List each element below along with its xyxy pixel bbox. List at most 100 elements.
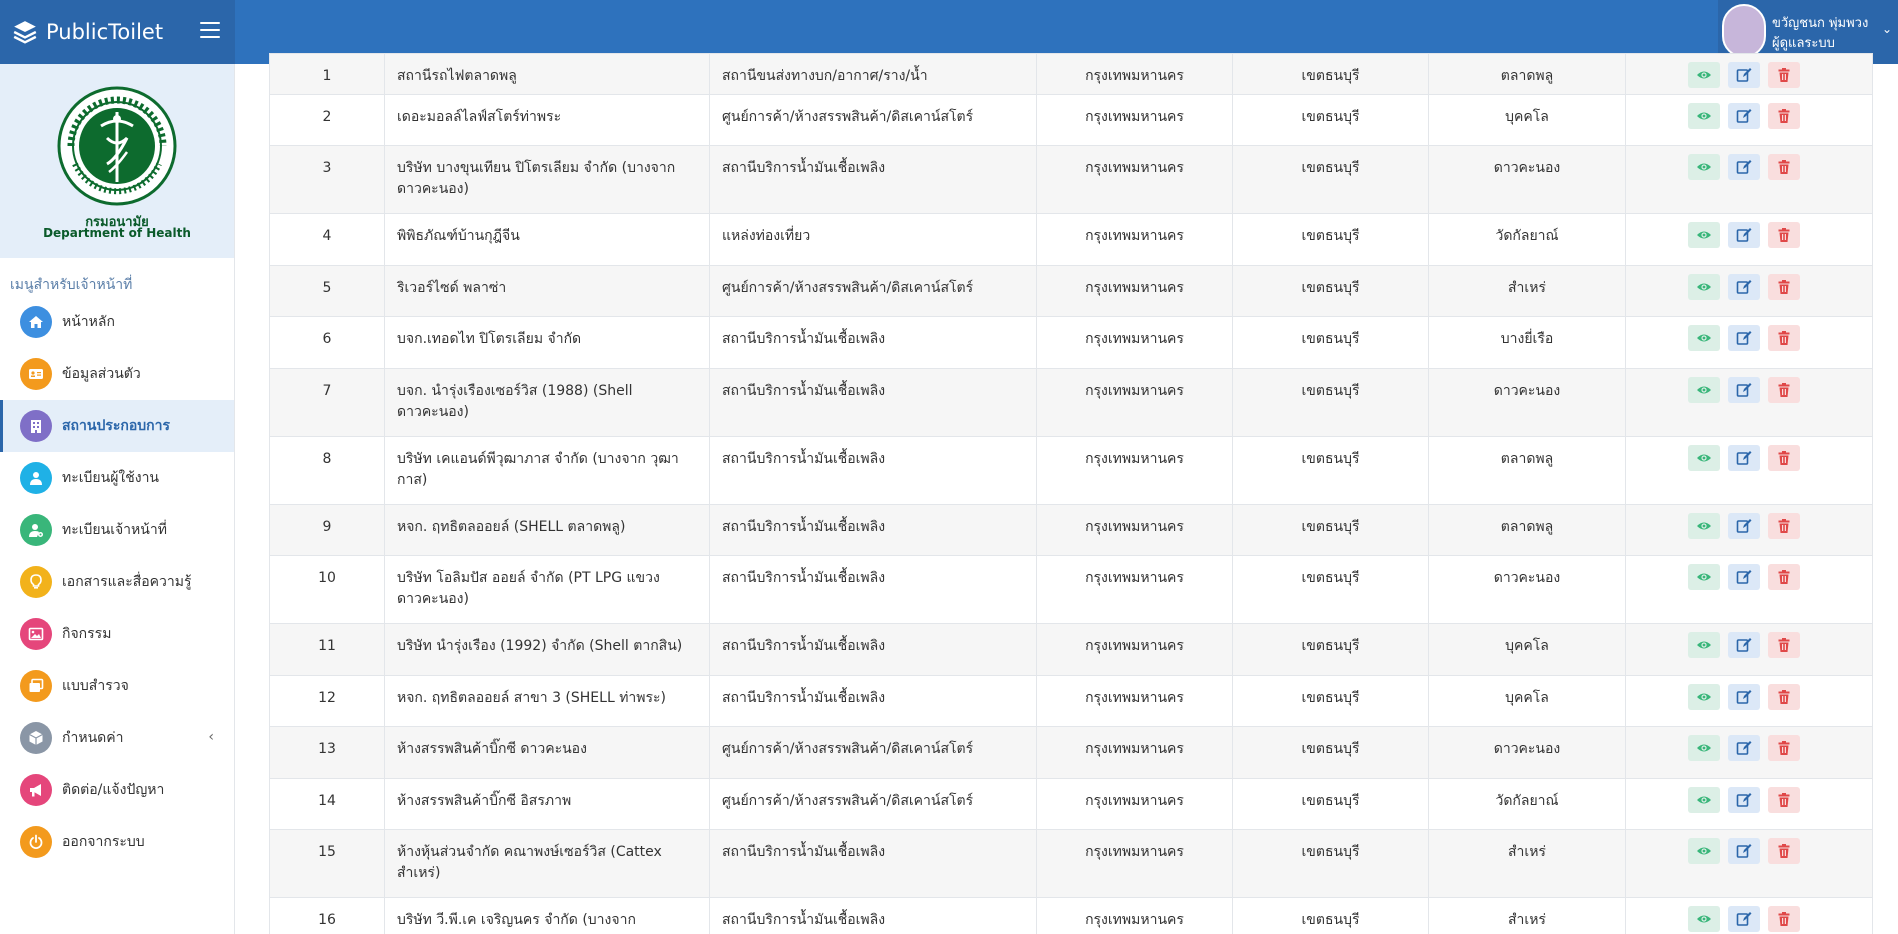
table-row: 2 เดอะมอลล์ไลฟ์สโตร์ท่าพระ ศูนย์การค้า/ห้า… [269, 94, 1873, 146]
subdistrict: บุคคโล [1428, 623, 1626, 676]
sidebar-item-survey[interactable]: แบบสำรวจ [0, 660, 234, 712]
hamburger-menu-icon[interactable] [200, 22, 220, 38]
subdistrict: ตลาดพลู [1428, 504, 1626, 556]
sidebar-item-establishments[interactable]: สถานประกอบการ [0, 400, 234, 452]
row-actions [1625, 504, 1873, 556]
user-icon [20, 462, 52, 494]
view-button[interactable] [1688, 325, 1720, 351]
delete-button[interactable] [1768, 222, 1800, 248]
edit-button[interactable] [1728, 222, 1760, 248]
edit-button[interactable] [1728, 632, 1760, 658]
table-row: 8 บริษัท เคแอนด์พีวุฒาภาส จำกัด (บางจาก ว… [269, 436, 1873, 505]
edit-button[interactable] [1728, 62, 1760, 88]
view-button[interactable] [1688, 222, 1720, 248]
sidebar-item-settings[interactable]: กำหนดค่า ‹ [0, 712, 234, 764]
edit-button[interactable] [1728, 564, 1760, 590]
establishment-type: สถานีบริการน้ำมันเชื้อเพลิง [709, 368, 1037, 437]
view-button[interactable] [1688, 735, 1720, 761]
table-row: 3 บริษัท บางขุนเทียน ปิโตรเลียม จำกัด (บา… [269, 145, 1873, 214]
table-row: 12 หจก. ฤทธิตลออยล์ สาขา 3 (SHELL ท่าพระ)… [269, 675, 1873, 727]
edit-button[interactable] [1728, 154, 1760, 180]
edit-button[interactable] [1728, 103, 1760, 129]
user-name: ขวัญชนก พุ่มพวง [1772, 16, 1869, 31]
sidebar-item-label: ทะเบียนเจ้าหน้าที่ [62, 522, 167, 538]
establishment-name: ริเวอร์ไซด์ พลาซ่า [384, 265, 710, 317]
province: กรุงเทพมหานคร [1036, 316, 1233, 369]
edit-button[interactable] [1728, 513, 1760, 539]
delete-button[interactable] [1768, 377, 1800, 403]
brand[interactable]: PublicToilet [0, 0, 235, 64]
delete-button[interactable] [1768, 838, 1800, 864]
sidebar-item-activities[interactable]: กิจกรรม [0, 608, 234, 660]
sidebar-item-user-registry[interactable]: ทะเบียนผู้ใช้งาน [0, 452, 234, 504]
establishment-type: สถานีบริการน้ำมันเชื้อเพลิง [709, 623, 1037, 676]
department-name-en: Department of Health [43, 226, 191, 240]
edit-button[interactable] [1728, 906, 1760, 932]
sidebar-item-contact[interactable]: ติดต่อ/แจ้งปัญหา [0, 764, 234, 816]
delete-button[interactable] [1768, 62, 1800, 88]
id-card-icon [20, 358, 52, 390]
delete-button[interactable] [1768, 684, 1800, 710]
chevron-down-icon[interactable]: ⌄ [1882, 22, 1892, 36]
avatar[interactable] [1722, 4, 1766, 58]
establishment-type: สถานีขนส่งทางบก/อากาศ/ราง/น้ำ [709, 53, 1037, 95]
table-row: 11 บริษัท นำรุ่งเรือง (1992) จำกัด (Shell… [269, 623, 1873, 676]
district: เขตธนบุรี [1232, 145, 1429, 214]
row-actions [1625, 316, 1873, 369]
delete-button[interactable] [1768, 274, 1800, 300]
subdistrict: ดาวคะนอง [1428, 145, 1626, 214]
table-row: 4 พิพิธภัณฑ์บ้านกุฎีจีน แหล่งท่องเที่ยว กรุ… [269, 213, 1873, 266]
district: เขตธนบุรี [1232, 778, 1429, 830]
sidebar-item-documents[interactable]: เอกสารและสื่อความรู้ [0, 556, 234, 608]
view-button[interactable] [1688, 103, 1720, 129]
view-button[interactable] [1688, 906, 1720, 932]
view-button[interactable] [1688, 838, 1720, 864]
edit-button[interactable] [1728, 735, 1760, 761]
establishment-name: บริษัท นำรุ่งเรือง (1992) จำกัด (Shell ต… [384, 623, 710, 676]
subdistrict: สำเหร่ [1428, 265, 1626, 317]
establishments-table-container: 1 สถานีรถไฟตลาดพลู สถานีขนส่งทางบก/อากาศ/ร… [269, 53, 1873, 934]
edit-button[interactable] [1728, 377, 1760, 403]
delete-button[interactable] [1768, 735, 1800, 761]
delete-button[interactable] [1768, 632, 1800, 658]
edit-button[interactable] [1728, 445, 1760, 471]
edit-button[interactable] [1728, 325, 1760, 351]
view-button[interactable] [1688, 684, 1720, 710]
view-button[interactable] [1688, 62, 1720, 88]
view-button[interactable] [1688, 632, 1720, 658]
home-icon [20, 306, 52, 338]
subdistrict: วัดกัลยาณ์ [1428, 778, 1626, 830]
subdistrict: ตลาดพลู [1428, 53, 1626, 95]
table-row: 10 บริษัท โอลิมปัส ออยล์ จำกัด (PT LPG แข… [269, 555, 1873, 624]
edit-button[interactable] [1728, 838, 1760, 864]
chevron-left-icon[interactable]: ‹ [208, 729, 214, 745]
edit-button[interactable] [1728, 684, 1760, 710]
table-row: 7 บจก. นำรุ่งเรืองเซอร์วิส (1988) (Shell … [269, 368, 1873, 437]
delete-button[interactable] [1768, 154, 1800, 180]
view-button[interactable] [1688, 564, 1720, 590]
view-button[interactable] [1688, 445, 1720, 471]
table-row: 1 สถานีรถไฟตลาดพลู สถานีขนส่งทางบก/อากาศ/ร… [269, 53, 1873, 95]
row-number: 6 [269, 316, 385, 369]
delete-button[interactable] [1768, 564, 1800, 590]
sidebar-item-profile[interactable]: ข้อมูลส่วนตัว [0, 348, 234, 400]
delete-button[interactable] [1768, 906, 1800, 932]
delete-button[interactable] [1768, 513, 1800, 539]
view-button[interactable] [1688, 377, 1720, 403]
edit-button[interactable] [1728, 274, 1760, 300]
edit-button[interactable] [1728, 787, 1760, 813]
sidebar-item-logout[interactable]: ออกจากระบบ [0, 816, 234, 868]
view-button[interactable] [1688, 787, 1720, 813]
view-button[interactable] [1688, 513, 1720, 539]
sidebar-item-home[interactable]: หน้าหลัก [0, 296, 234, 348]
delete-button[interactable] [1768, 103, 1800, 129]
sidebar-item-staff-registry[interactable]: ทะเบียนเจ้าหน้าที่ [0, 504, 234, 556]
delete-button[interactable] [1768, 445, 1800, 471]
delete-button[interactable] [1768, 787, 1800, 813]
row-number: 5 [269, 265, 385, 317]
view-button[interactable] [1688, 154, 1720, 180]
subdistrict: สำเหร่ [1428, 829, 1626, 898]
delete-button[interactable] [1768, 325, 1800, 351]
view-button[interactable] [1688, 274, 1720, 300]
department-logo-panel: กรมอนามัย Department of Health [0, 64, 234, 258]
